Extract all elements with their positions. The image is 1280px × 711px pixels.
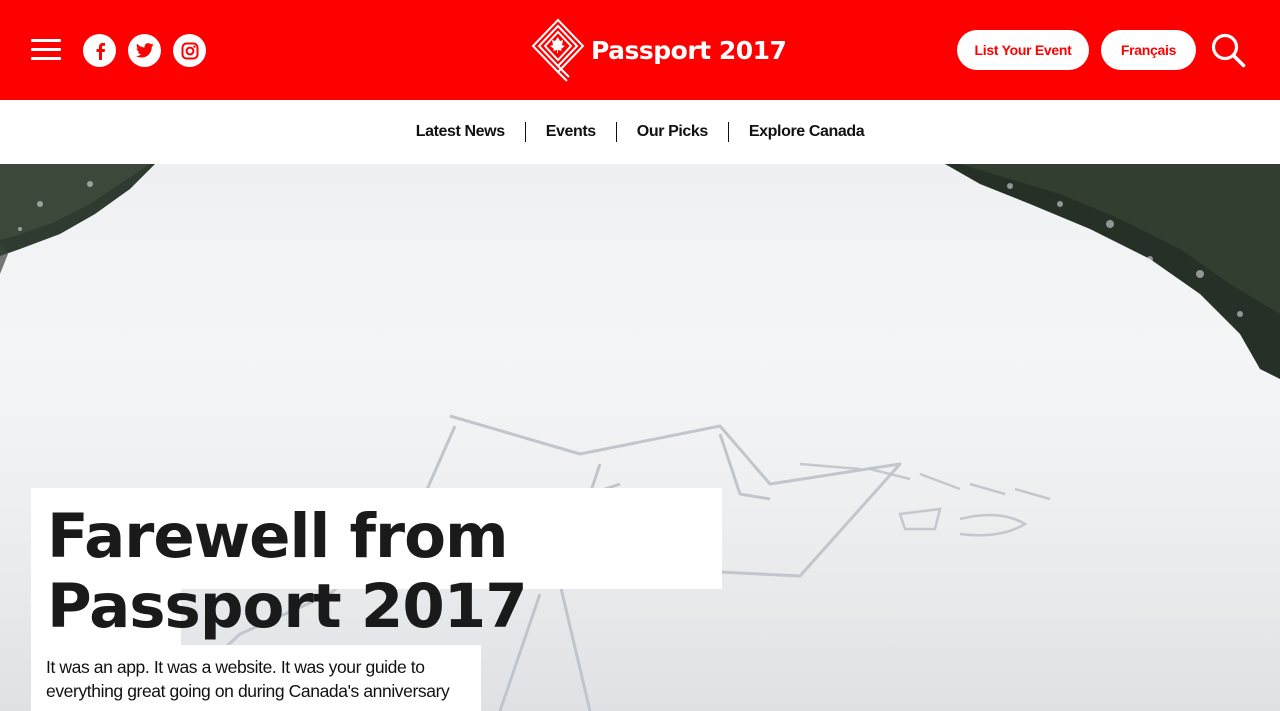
instagram-icon[interactable] (173, 34, 206, 67)
nav-latest-news[interactable]: Latest News (396, 122, 525, 142)
article-summary: It was an app. It was a website. It was … (46, 657, 450, 711)
top-header: Passport 2017 List Your Event Français (0, 0, 1280, 100)
article-headline[interactable]: Farewell from Passport 2017 (47, 502, 727, 642)
search-icon[interactable] (1210, 32, 1246, 68)
secondary-nav: Latest News Events Our Picks Explore Can… (0, 100, 1280, 164)
nav-events[interactable]: Events (524, 122, 616, 142)
facebook-icon[interactable] (83, 34, 116, 67)
maple-leaf-logo-icon (531, 18, 585, 82)
nav-explore-canada[interactable]: Explore Canada (727, 122, 884, 142)
hamburger-menu-icon[interactable] (31, 37, 61, 63)
language-toggle-button[interactable]: Français (1101, 30, 1196, 70)
nav-our-picks[interactable]: Our Picks (615, 122, 728, 142)
passport-2017-logo[interactable]: Passport 2017 (531, 18, 787, 82)
twitter-icon[interactable] (128, 34, 161, 67)
list-your-event-button[interactable]: List Your Event (957, 30, 1089, 70)
logo-text: Passport 2017 (591, 35, 787, 65)
